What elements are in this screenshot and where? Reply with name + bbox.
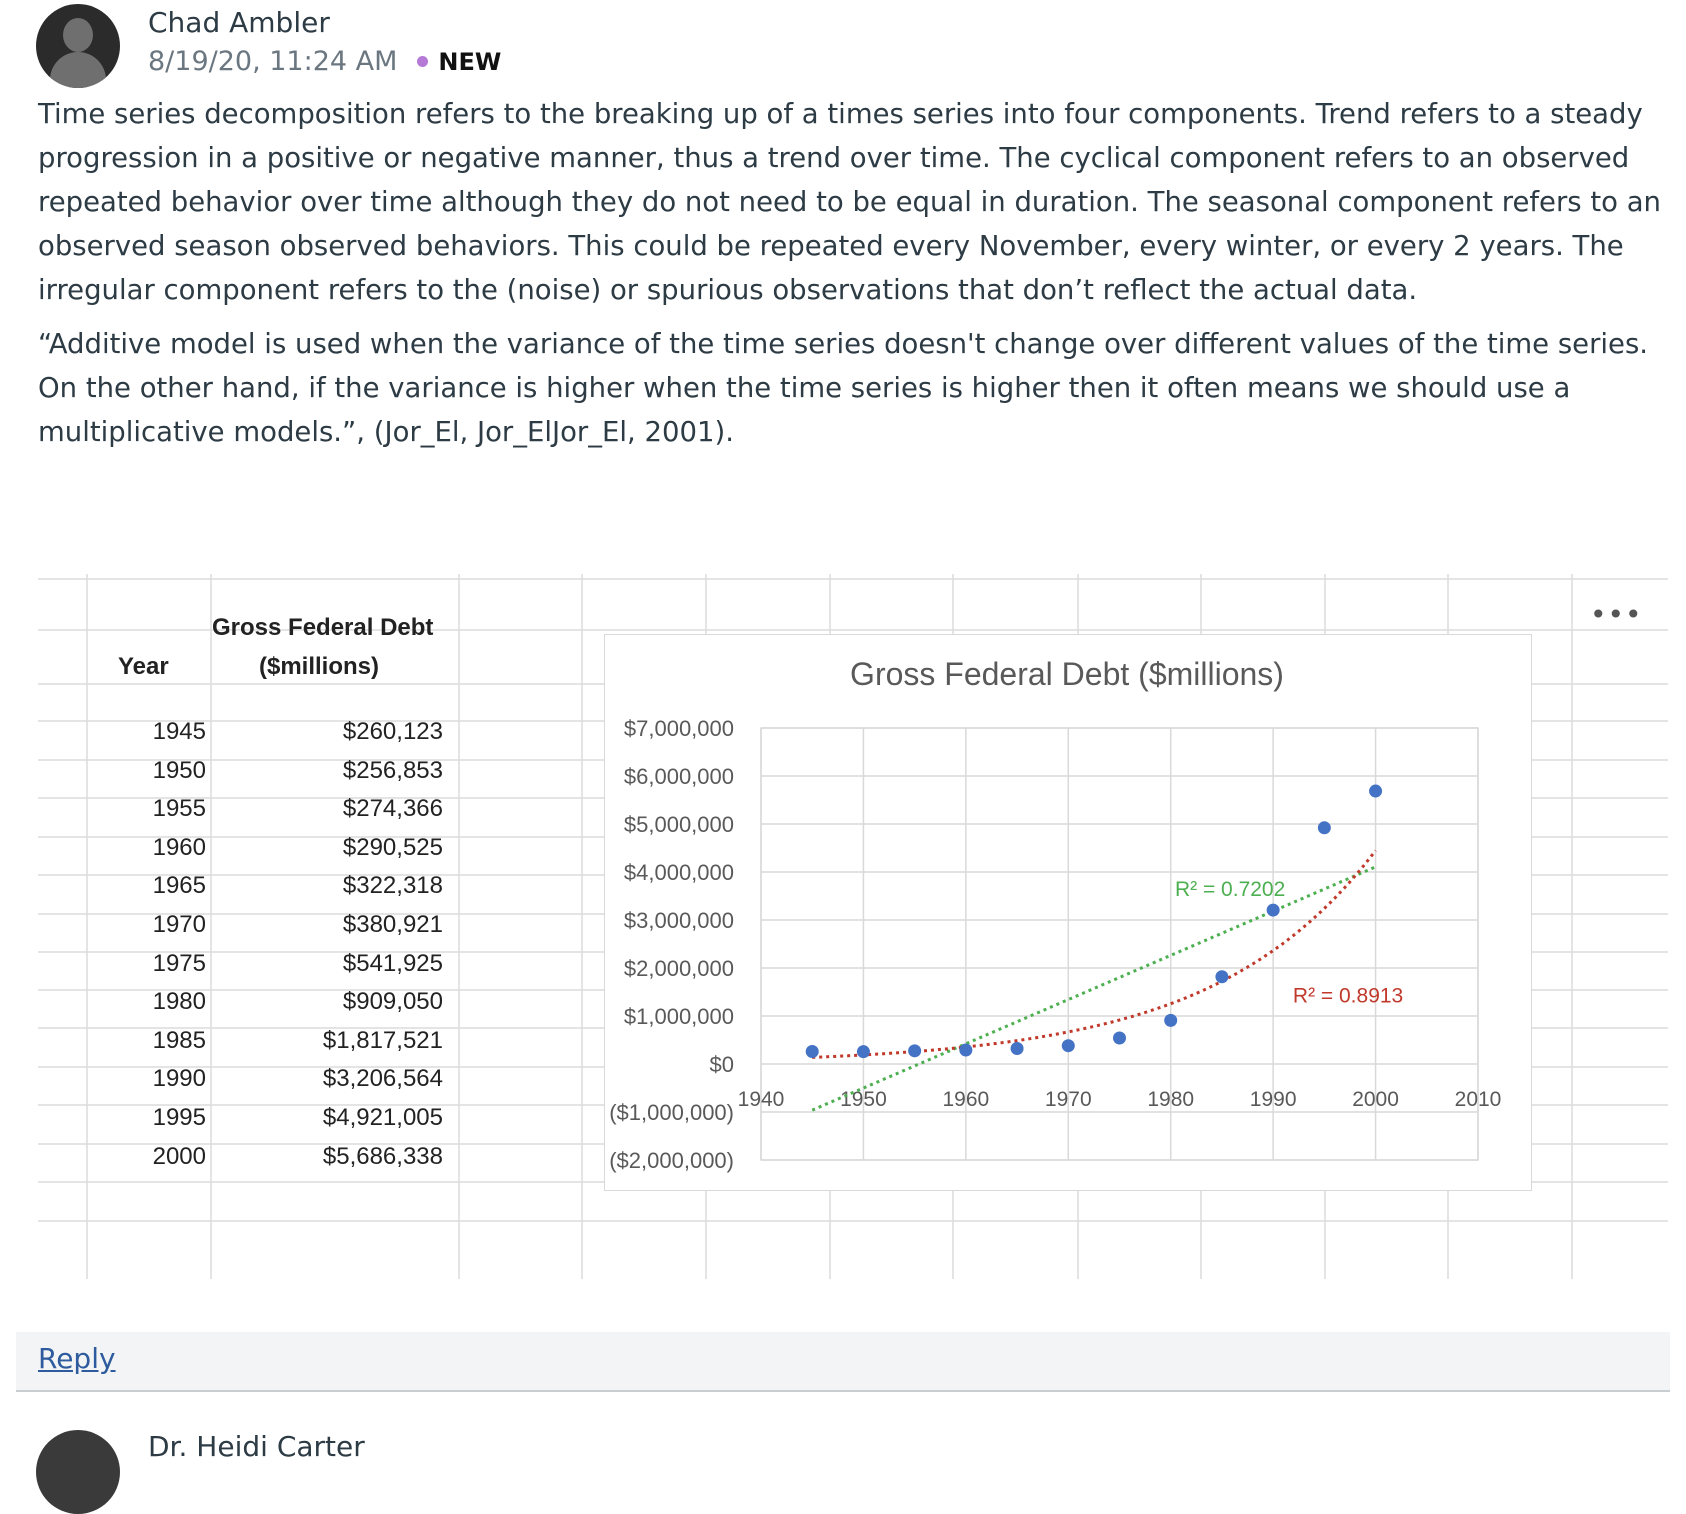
- x-tick-label: 1990: [1250, 1088, 1297, 1111]
- linear-trendline: [811, 865, 1377, 1112]
- y-tick-label: $5,000,000: [624, 812, 734, 837]
- reply-bar: Reply: [16, 1332, 1670, 1392]
- y-tick-label: $7,000,000: [624, 716, 734, 741]
- data-point: [856, 1045, 870, 1059]
- next-author-avatar[interactable]: [36, 1430, 120, 1514]
- y-tick-label: $3,000,000: [624, 908, 734, 933]
- data-point: [1010, 1042, 1024, 1056]
- y-tick-label: $6,000,000: [624, 764, 734, 789]
- data-point: [1215, 970, 1229, 984]
- y-tick-label: ($2,000,000): [609, 1148, 734, 1173]
- exponential-trendline: [812, 849, 1377, 1059]
- y-tick-label: ($1,000,000): [609, 1100, 734, 1125]
- data-point: [959, 1043, 973, 1057]
- data-point: [1317, 821, 1331, 835]
- y-tick-label: $2,000,000: [624, 956, 734, 981]
- data-point: [1061, 1039, 1075, 1053]
- x-tick-label: 1980: [1147, 1088, 1194, 1111]
- y-tick-label: $1,000,000: [624, 1004, 734, 1029]
- r2-label-exponential: R² = 0.8913: [1293, 984, 1403, 1007]
- y-tick-label: $0: [710, 1052, 734, 1077]
- next-author-name[interactable]: Dr. Heidi Carter: [148, 1430, 365, 1463]
- data-point: [1266, 903, 1280, 917]
- data-point: [1369, 784, 1383, 798]
- r2-label-linear: R² = 0.7202: [1175, 878, 1285, 901]
- x-tick-label: 2010: [1455, 1088, 1502, 1111]
- reply-link[interactable]: Reply: [38, 1342, 116, 1375]
- x-tick-label: 2000: [1352, 1088, 1399, 1111]
- data-point: [805, 1045, 819, 1059]
- data-point: [908, 1044, 922, 1058]
- x-tick-label: 1950: [840, 1088, 887, 1111]
- scatter-chart: $7,000,000 $6,000,000 $5,000,000 $4,000,000…: [609, 716, 1502, 1173]
- x-tick-label: 1960: [942, 1088, 989, 1111]
- data-point: [1164, 1013, 1178, 1027]
- data-point: [1113, 1031, 1126, 1045]
- y-tick-label: $4,000,000: [624, 860, 734, 885]
- x-tick-label: 1940: [738, 1088, 785, 1111]
- x-tick-label: 1970: [1045, 1088, 1092, 1111]
